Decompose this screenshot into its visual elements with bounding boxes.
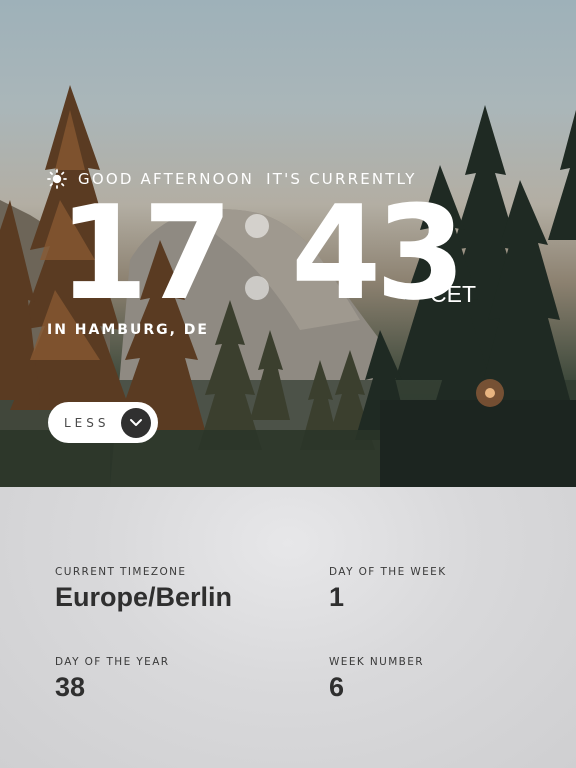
details-panel: CURRENT TIMEZONE Europe/Berlin DAY OF TH… [0,487,576,768]
detail-label: CURRENT TIMEZONE [55,566,187,578]
chevron-down-icon [121,407,151,438]
detail-value: 6 [329,672,345,702]
hero-background: GOOD AFTERNOON IT'S CURRENTLY 17 43 CET … [0,0,576,487]
timezone-abbreviation: CET [430,281,476,307]
clock: 17 43 [58,177,466,329]
detail-week-number: WEEK NUMBER 6 [329,656,424,703]
detail-label: DAY OF THE WEEK [329,566,447,578]
detail-label: WEEK NUMBER [329,656,425,668]
detail-day-of-year: DAY OF THE YEAR 38 [55,656,169,703]
location: IN HAMBURG, DE [47,322,209,338]
detail-current-timezone: CURRENT TIMEZONE Europe/Berlin [55,566,232,613]
detail-value: 1 [329,582,345,612]
less-toggle-button[interactable]: LESS [48,402,158,443]
less-toggle-label: LESS [64,415,110,430]
clock-hours: 17 [58,177,233,329]
clock-colon [244,188,269,318]
detail-value: Europe/Berlin [55,582,233,612]
detail-value: 38 [55,672,86,702]
detail-day-of-week: DAY OF THE WEEK 1 [329,566,446,613]
detail-label: DAY OF THE YEAR [55,656,170,668]
